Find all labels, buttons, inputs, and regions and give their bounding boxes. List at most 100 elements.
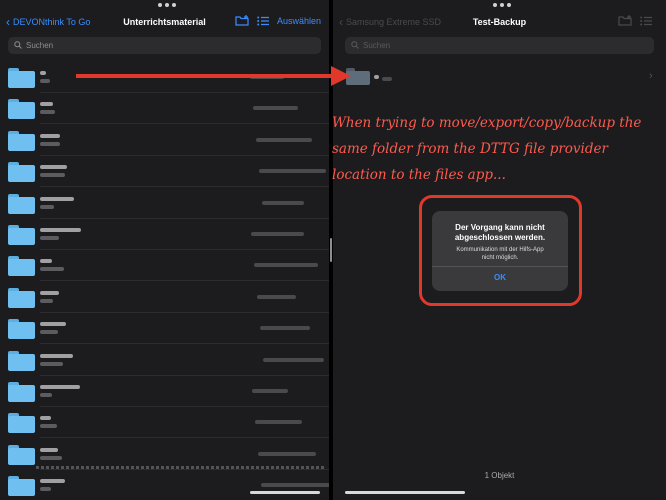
- list-item[interactable]: [0, 313, 329, 345]
- chevron-left-icon: ‹: [6, 15, 10, 29]
- item-details-redacted: [261, 483, 329, 488]
- back-label: Samsung Extreme SSD: [346, 17, 442, 27]
- item-meta-redacted: [40, 236, 59, 240]
- search-input[interactable]: Suchen: [26, 41, 53, 50]
- folder-icon: [8, 193, 35, 214]
- chevron-right-icon: ›: [649, 70, 653, 82]
- item-name-redacted: [40, 447, 58, 452]
- folder-icon: [8, 287, 35, 308]
- left-navbar: ‹ DEVONthink To Go Unterrichtsmaterial A…: [0, 14, 329, 34]
- search-icon: [351, 40, 359, 51]
- search-icon: [14, 40, 22, 51]
- item-details-redacted: [258, 451, 316, 456]
- list-item[interactable]: [0, 282, 329, 313]
- select-button[interactable]: Auswählen: [277, 16, 321, 26]
- item-name-redacted: [40, 385, 80, 389]
- scroll-indicator: [36, 466, 326, 469]
- item-name-redacted: [40, 290, 59, 295]
- item-details-redacted: [254, 263, 318, 268]
- item-meta-redacted: [40, 330, 58, 335]
- item-name-redacted: [40, 71, 46, 75]
- folder-icon: [8, 130, 35, 151]
- list-view-icon[interactable]: [640, 16, 652, 26]
- item-meta-redacted: [40, 298, 53, 303]
- item-name-redacted: [40, 196, 74, 201]
- item-meta-redacted: [40, 455, 62, 460]
- item-details-redacted: [253, 106, 298, 111]
- item-meta-redacted: [40, 79, 50, 83]
- list-item[interactable]: [0, 470, 329, 500]
- item-meta-redacted: [40, 267, 64, 272]
- item-name-redacted: [40, 102, 53, 107]
- item-meta-redacted: [40, 393, 52, 397]
- list-item[interactable]: [0, 188, 329, 219]
- arrow-annotation: [76, 66, 351, 86]
- item-details-redacted: [263, 357, 324, 362]
- item-name-redacted: [40, 479, 65, 484]
- list-item[interactable]: [0, 219, 329, 250]
- list-item[interactable]: [0, 376, 329, 407]
- folder-icon: [8, 350, 35, 371]
- annotation-text: When trying to move/export/copy/backup t…: [332, 115, 642, 183]
- list-item[interactable]: [0, 156, 329, 188]
- item-details-redacted: [256, 137, 312, 142]
- new-folder-icon[interactable]: [618, 15, 632, 26]
- item-details-redacted: [252, 389, 288, 393]
- list-view-icon[interactable]: [257, 16, 269, 26]
- folder-icon: [8, 99, 35, 120]
- folder-name-redacted: [374, 75, 379, 79]
- folder-icon: [8, 476, 35, 497]
- error-dialog: Der Vorgang kann nicht abgeschlossen wer…: [432, 211, 568, 291]
- item-meta-redacted: [40, 173, 65, 178]
- folder-icon: [8, 68, 35, 88]
- search-field[interactable]: Suchen: [345, 37, 654, 54]
- item-details-redacted: [259, 169, 326, 174]
- list-item[interactable]: [0, 250, 329, 282]
- item-name-redacted: [40, 353, 73, 358]
- back-button[interactable]: ‹ DEVONthink To Go: [6, 15, 91, 29]
- back-button[interactable]: ‹ Samsung Extreme SSD: [339, 15, 442, 29]
- item-name-redacted: [40, 133, 60, 138]
- right-navbar: ‹ Samsung Extreme SSD Test-Backup: [333, 14, 666, 34]
- folder-icon: [8, 444, 35, 465]
- item-name-redacted: [40, 416, 51, 421]
- item-meta-redacted: [40, 361, 63, 366]
- list-item[interactable]: [0, 407, 329, 439]
- search-field[interactable]: Suchen: [8, 37, 321, 54]
- folder-meta-redacted: [382, 77, 392, 81]
- item-meta-redacted: [40, 204, 54, 209]
- list-item[interactable]: [0, 345, 329, 376]
- dialog-separator: [432, 266, 568, 267]
- multitasking-dots[interactable]: [158, 3, 176, 7]
- search-input[interactable]: Suchen: [363, 41, 390, 50]
- back-label: DEVONthink To Go: [13, 17, 91, 27]
- item-meta-redacted: [40, 424, 57, 429]
- dialog-title: Der Vorgang kann nicht abgeschlossen wer…: [454, 223, 546, 242]
- multitasking-dots[interactable]: [493, 3, 511, 7]
- item-name-redacted: [40, 259, 52, 264]
- new-folder-icon[interactable]: [235, 15, 249, 26]
- folder-icon: [8, 413, 35, 434]
- item-details-redacted: [262, 200, 304, 205]
- item-meta-redacted: [40, 487, 51, 492]
- item-details-redacted: [251, 232, 304, 236]
- folder-icon: [8, 319, 35, 340]
- split-view-handle[interactable]: [330, 238, 332, 262]
- item-name-redacted: [40, 228, 81, 232]
- list-item[interactable]: [0, 125, 329, 156]
- home-indicator: [250, 491, 320, 494]
- item-meta-redacted: [40, 110, 55, 115]
- item-meta-redacted: [40, 141, 60, 146]
- chevron-left-icon: ‹: [339, 15, 343, 29]
- list-item[interactable]: [0, 93, 329, 125]
- folder-icon: [8, 162, 35, 183]
- item-details-redacted: [255, 420, 302, 425]
- ok-button[interactable]: OK: [432, 273, 568, 282]
- item-name-redacted: [40, 165, 67, 170]
- folder-icon: [8, 256, 35, 277]
- item-details-redacted: [260, 326, 310, 331]
- folder-icon: [8, 225, 35, 245]
- dialog-message: Kommunikation mit der Hilfs-App nicht mö…: [456, 247, 544, 261]
- home-indicator: [345, 491, 465, 494]
- item-details-redacted: [257, 294, 296, 299]
